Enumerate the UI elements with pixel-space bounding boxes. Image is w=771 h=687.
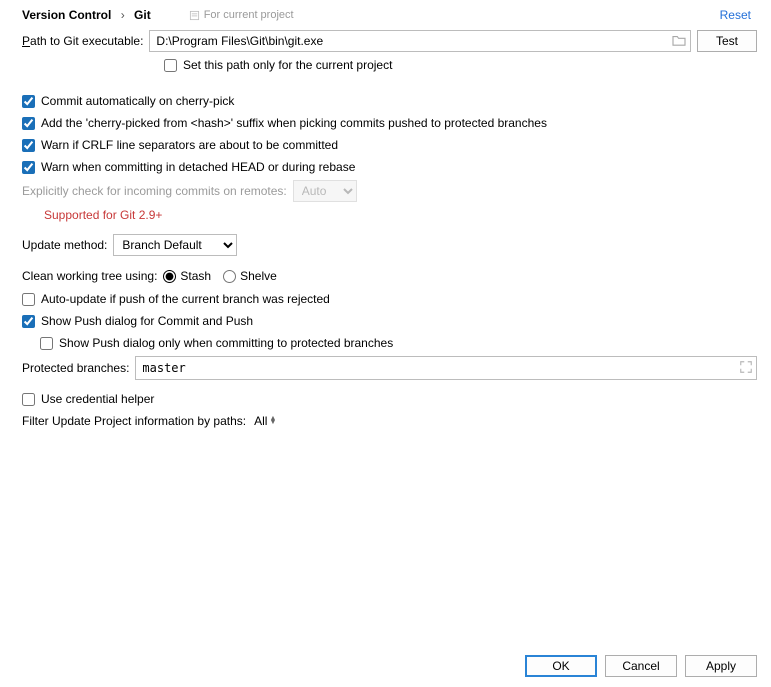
- auto-update-checkbox[interactable]: [22, 293, 35, 306]
- warn-crlf-checkbox[interactable]: [22, 139, 35, 152]
- commit-cherry-label: Commit automatically on cherry-pick: [41, 94, 234, 108]
- clean-tree-label: Clean working tree using:: [22, 269, 157, 283]
- git-path-input[interactable]: [149, 30, 691, 52]
- filter-paths-value[interactable]: All ▲▼: [254, 414, 276, 428]
- ok-button[interactable]: OK: [525, 655, 597, 677]
- credential-helper-checkbox[interactable]: [22, 393, 35, 406]
- breadcrumb: Version Control › Git: [22, 8, 151, 22]
- explicit-check-select: Auto: [293, 180, 357, 202]
- update-method-label: Update method:: [22, 238, 107, 252]
- set-path-project-checkbox[interactable]: [164, 59, 177, 72]
- add-suffix-label: Add the 'cherry-picked from <hash>' suff…: [41, 116, 547, 130]
- add-suffix-checkbox[interactable]: [22, 117, 35, 130]
- explicit-check-label: Explicitly check for incoming commits on…: [22, 184, 287, 198]
- commit-cherry-checkbox[interactable]: [22, 95, 35, 108]
- cancel-button[interactable]: Cancel: [605, 655, 677, 677]
- protected-branches-input[interactable]: [135, 356, 757, 380]
- reset-link[interactable]: Reset: [720, 8, 751, 22]
- show-push-label: Show Push dialog for Commit and Push: [41, 314, 253, 328]
- show-push-protected-checkbox[interactable]: [40, 337, 53, 350]
- path-label: PPath to Git executable:ath to Git execu…: [22, 34, 143, 48]
- set-path-project-label: Set this path only for the current proje…: [183, 58, 392, 72]
- breadcrumb-leaf: Git: [134, 8, 151, 22]
- protected-branches-label: Protected branches:: [22, 361, 129, 375]
- credential-helper-label: Use credential helper: [41, 392, 154, 406]
- warn-crlf-label: Warn if CRLF line separators are about t…: [41, 138, 338, 152]
- shelve-radio[interactable]: Shelve: [223, 269, 277, 283]
- breadcrumb-root[interactable]: Version Control: [22, 8, 111, 22]
- show-push-protected-label: Show Push dialog only when committing to…: [59, 336, 393, 350]
- auto-update-label: Auto-update if push of the current branc…: [41, 292, 330, 306]
- warn-detached-checkbox[interactable]: [22, 161, 35, 174]
- show-push-checkbox[interactable]: [22, 315, 35, 328]
- sort-icon: ▲▼: [269, 417, 276, 425]
- warn-detached-label: Warn when committing in detached HEAD or…: [41, 160, 355, 174]
- filter-paths-label: Filter Update Project information by pat…: [22, 414, 246, 428]
- chevron-right-icon: ›: [121, 8, 125, 22]
- git-version-hint: Supported for Git 2.9+: [0, 204, 771, 226]
- project-scope-tag: For current project: [189, 9, 294, 21]
- update-method-select[interactable]: Branch Default: [113, 234, 237, 256]
- stash-radio[interactable]: Stash: [163, 269, 211, 283]
- project-icon: [189, 10, 200, 21]
- test-button[interactable]: Test: [697, 30, 757, 52]
- apply-button[interactable]: Apply: [685, 655, 757, 677]
